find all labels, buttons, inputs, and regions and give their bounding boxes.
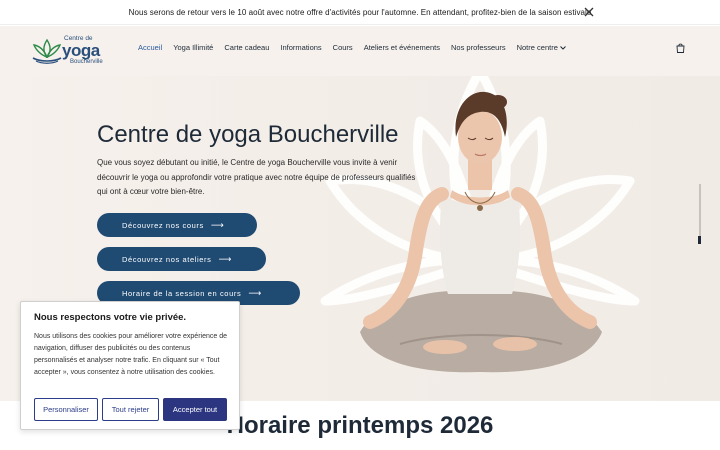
nav-item-notre-centre-label: Notre centre — [516, 43, 558, 52]
chevron-down-icon — [560, 45, 566, 50]
nav-item-yoga-illimite[interactable]: Yoga Illimité — [173, 43, 213, 52]
customize-button[interactable]: Personnaliser — [34, 398, 98, 421]
accept-all-button[interactable]: Accepter tout — [163, 398, 227, 421]
lotus-logo-icon — [32, 38, 62, 64]
discover-courses-button[interactable]: Découvrez nos cours ⟶ — [97, 213, 257, 237]
slider-progress-indicator[interactable] — [698, 236, 701, 244]
meditating-woman-image — [360, 91, 602, 373]
site-header: Centre de yoga Boucherville Accueil Yoga… — [0, 26, 720, 76]
nav-item-informations[interactable]: Informations — [280, 43, 321, 52]
logo[interactable]: Centre de yoga Boucherville — [30, 32, 110, 68]
discover-workshops-label: Découvrez nos ateliers — [122, 254, 212, 264]
cookie-consent-dialog: Nous respectons votre vie privée. Nous u… — [20, 301, 240, 430]
nav-item-notre-centre[interactable]: Notre centre — [517, 43, 566, 52]
reject-all-button[interactable]: Tout rejeter — [102, 398, 159, 421]
arrow-right-icon: ⟶ — [218, 253, 233, 264]
logo-text-line2: yoga — [62, 41, 100, 60]
nav-item-cours[interactable]: Cours — [333, 43, 353, 52]
nav-item-carte-cadeau[interactable]: Carte cadeau — [224, 43, 269, 52]
cookie-title: Nous respectons votre vie privée. — [34, 312, 187, 323]
cookie-body: Nous utilisons des cookies pour améliore… — [34, 333, 227, 376]
arrow-right-icon: ⟶ — [210, 219, 225, 230]
announcement-text: Nous serons de retour vers le 10 août av… — [128, 7, 592, 17]
session-schedule-label: Horaire de la session en cours — [122, 288, 242, 298]
nav-item-professeurs[interactable]: Nos professeurs — [451, 43, 506, 52]
discover-workshops-button[interactable]: Découvrez nos ateliers ⟶ — [97, 247, 266, 271]
nav-item-accueil[interactable]: Accueil — [138, 43, 162, 52]
close-icon[interactable] — [583, 6, 595, 18]
discover-courses-label: Découvrez nos cours — [122, 220, 204, 230]
main-nav: Accueil Yoga Illimité Carte cadeau Infor… — [138, 43, 577, 52]
cart-icon[interactable] — [676, 43, 685, 53]
arrow-right-icon: ⟶ — [248, 287, 262, 298]
slider-progress-track[interactable] — [699, 184, 701, 244]
logo-text-line3: Boucherville — [70, 59, 103, 65]
nav-item-ateliers[interactable]: Ateliers et événements — [364, 43, 440, 52]
announcement-bar: Nous serons de retour vers le 10 août av… — [0, 0, 720, 25]
